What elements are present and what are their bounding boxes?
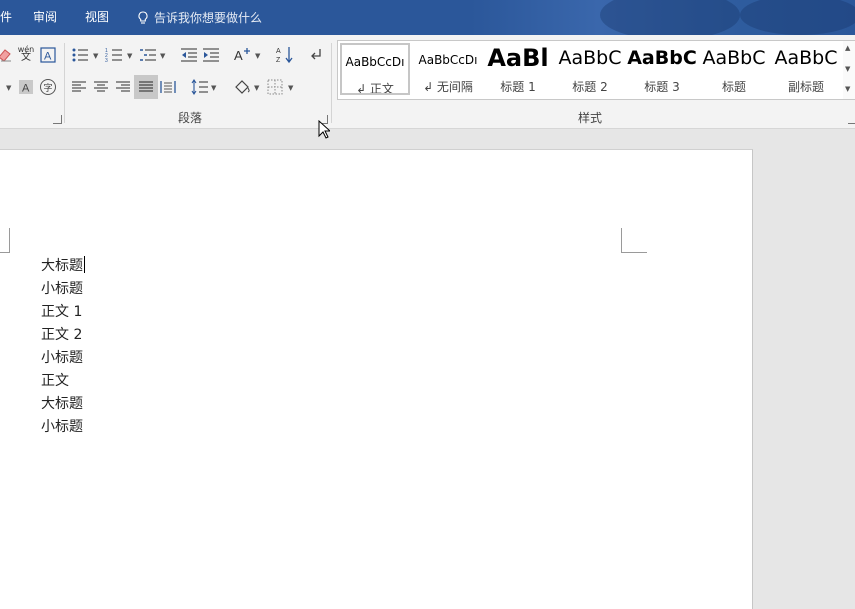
paragraph-group-label: 段落 — [178, 111, 203, 125]
style-name: 副标题 — [787, 80, 824, 94]
line-text: 大标题 — [41, 258, 83, 274]
more-styles-icon[interactable]: ▼ — [845, 85, 850, 93]
document-line[interactable]: 小标题 — [41, 417, 83, 437]
styles-gallery: AaBbCcDı ↲ 正文 AaBbCcDı ↲ 无间隔 AaBl 标题 1 A… — [337, 40, 844, 100]
background-texture — [600, 0, 740, 40]
style-name: ↲ 正文 — [356, 82, 394, 95]
align-left-icon[interactable] — [69, 77, 89, 97]
style-heading-2[interactable]: AaBbC 标题 2 — [555, 43, 625, 95]
styles-dialog-launcher-icon[interactable] — [848, 115, 855, 124]
style-normal[interactable]: AaBbCcDı ↲ 正文 — [340, 43, 410, 95]
tell-me-search[interactable]: 告诉我你想要做什么 — [137, 0, 262, 35]
style-heading-1[interactable]: AaBl 标题 1 — [483, 43, 553, 95]
style-name: 标题 3 — [644, 80, 680, 94]
sort-icon[interactable]: AZ — [275, 45, 295, 65]
distributed-icon[interactable] — [158, 77, 178, 97]
increase-indent-icon[interactable] — [201, 45, 221, 65]
group-separator — [64, 43, 65, 123]
dropdown-icon[interactable]: ▼ — [6, 84, 11, 92]
scroll-up-icon[interactable]: ▲ — [845, 44, 850, 52]
style-subtitle[interactable]: AaBbC 副标题 — [771, 43, 841, 95]
lightbulb-icon — [138, 10, 148, 24]
dropdown-icon[interactable]: ▼ — [127, 52, 132, 60]
document-line[interactable]: 大标题 — [41, 256, 85, 276]
svg-text:A: A — [22, 83, 30, 95]
style-sample: AaBbC — [627, 47, 697, 69]
style-sample: AaBbC — [774, 47, 838, 69]
group-separator — [331, 43, 332, 123]
show-marks-icon[interactable] — [306, 45, 326, 65]
numbering-icon[interactable]: 123 — [104, 45, 124, 65]
style-title[interactable]: AaBbC 标题 — [699, 43, 769, 95]
shading-icon[interactable] — [232, 77, 252, 97]
svg-text:Z: Z — [276, 57, 281, 64]
document-line[interactable]: 小标题 — [41, 279, 83, 299]
decrease-indent-icon[interactable] — [179, 45, 199, 65]
style-name: 标题 2 — [572, 80, 608, 94]
document-page[interactable]: 大标题 小标题 正文 1 正文 2 小标题 正文 大标题 小标题 — [0, 149, 753, 609]
dropdown-icon[interactable]: ▼ — [211, 84, 216, 92]
multilevel-list-icon[interactable] — [138, 45, 158, 65]
svg-text:3: 3 — [105, 58, 108, 63]
line-spacing-icon[interactable] — [190, 77, 210, 97]
document-line[interactable]: 大标题 — [41, 394, 83, 414]
style-no-spacing[interactable]: AaBbCcDı ↲ 无间隔 — [413, 43, 483, 95]
dropdown-icon[interactable]: ▼ — [288, 84, 293, 92]
style-sample: AaBbC — [558, 47, 622, 69]
document-line[interactable]: 正文 — [41, 371, 69, 391]
align-center-icon[interactable] — [91, 77, 111, 97]
justify-icon[interactable] — [134, 75, 158, 99]
mouse-pointer-icon — [318, 119, 332, 144]
enclose-characters-glyph: 字 — [43, 83, 53, 94]
dropdown-icon[interactable]: ▼ — [255, 52, 260, 60]
crop-mark — [621, 228, 647, 253]
menu-view-tab[interactable]: 视图 — [85, 0, 109, 35]
svg-text:A: A — [276, 48, 281, 55]
document-line[interactable]: 正文 2 — [41, 325, 82, 345]
style-sample: AaBbCcDı — [345, 55, 405, 69]
style-sample: AaBl — [487, 44, 549, 72]
style-sample: AaBbC — [702, 47, 766, 69]
style-name: ↲ 无间隔 — [423, 80, 473, 94]
style-heading-3[interactable]: AaBbC 标题 3 — [627, 43, 697, 95]
phonetic-guide-bottom: 文 — [21, 52, 31, 63]
style-name: 标题 1 — [500, 80, 536, 94]
background-texture — [740, 0, 855, 35]
clear-formatting-icon[interactable] — [0, 45, 16, 65]
document-line[interactable]: 小标题 — [41, 348, 83, 368]
menu-file-tab[interactable]: 件 — [0, 0, 12, 35]
dropdown-icon[interactable]: ▼ — [254, 84, 259, 92]
character-shading-icon[interactable]: A — [16, 77, 36, 97]
svg-text:A: A — [44, 51, 52, 63]
phonetic-guide-icon[interactable]: wén 文 — [16, 44, 36, 64]
menu-bar: 件 审阅 视图 告诉我你想要做什么 — [0, 0, 855, 40]
tell-me-text: 告诉我你想要做什么 — [154, 11, 263, 25]
ribbon: wén 文 A ▼ A 字 ▼ 123 ▼ ▼ A ▼ AZ ▼ ▼ ▼ 段落 … — [0, 35, 855, 129]
styles-group-label: 样式 — [578, 111, 603, 125]
dropdown-icon[interactable]: ▼ — [160, 52, 165, 60]
styles-gallery-scrollbar[interactable]: ▲ ▼ ▼ — [843, 40, 855, 100]
character-border-icon[interactable]: A — [38, 45, 58, 65]
svg-text:A: A — [234, 48, 243, 63]
align-right-icon[interactable] — [113, 77, 133, 97]
chinese-layout-icon[interactable]: A — [233, 45, 253, 65]
document-line[interactable]: 正文 1 — [41, 302, 82, 322]
enclose-characters-icon[interactable]: 字 — [38, 77, 58, 97]
style-sample: AaBbCcDı — [418, 53, 478, 67]
crop-mark — [0, 228, 10, 253]
font-dialog-launcher-icon[interactable] — [53, 115, 62, 124]
style-name: 标题 — [721, 80, 746, 94]
text-caret — [84, 256, 85, 273]
dropdown-icon[interactable]: ▼ — [93, 52, 98, 60]
borders-icon[interactable] — [265, 77, 285, 97]
bullets-icon[interactable] — [70, 45, 90, 65]
menu-review-tab[interactable]: 审阅 — [33, 0, 57, 35]
scroll-down-icon[interactable]: ▼ — [845, 65, 850, 73]
